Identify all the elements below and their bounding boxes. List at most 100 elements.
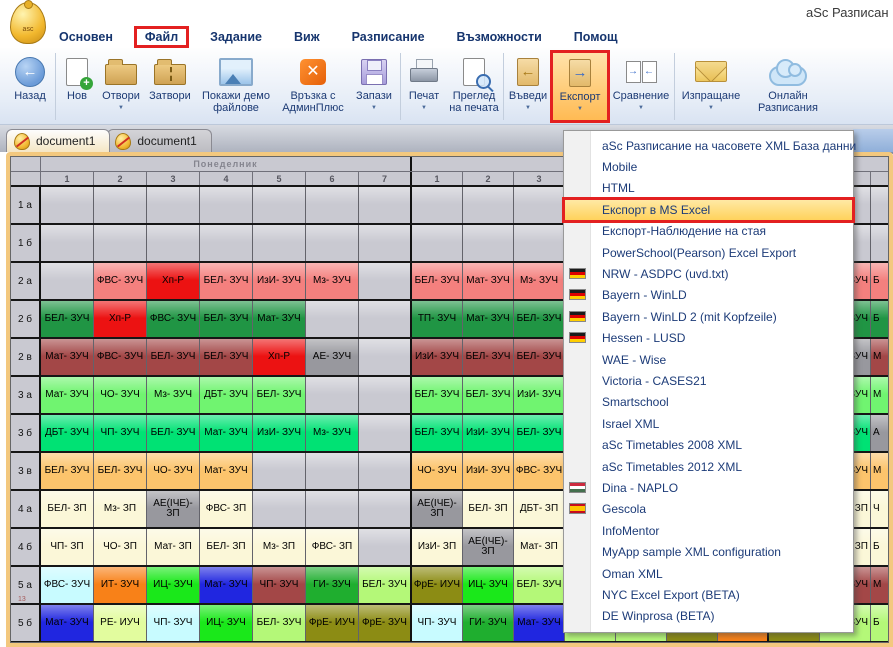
export-menu-item[interactable]: Експорт-Наблюдение на стая (564, 221, 853, 242)
timetable-cell[interactable] (463, 187, 514, 223)
timetable-cell[interactable]: ФВС- ЗУЧ (41, 567, 94, 603)
timetable-cell[interactable]: Мз- ЗУЧ (306, 415, 359, 451)
export-menu-item[interactable]: DE Winprosa (BETA) (564, 606, 853, 627)
timetable-cell[interactable]: БЕЛ- ЗУЧ (463, 339, 514, 375)
timetable-cell[interactable]: БЕЛ- ЗУЧ (200, 301, 253, 337)
export-menu-item[interactable]: PowerSchool(Pearson) Excel Export (564, 242, 853, 263)
export-menu-item[interactable]: MyApp sample XML configuration (564, 541, 853, 562)
timetable-cell[interactable]: ИзИ- ЗУЧ (253, 263, 306, 299)
timetable-cell[interactable]: БЕЛ- ЗУЧ (463, 377, 514, 413)
toolbar-button-Отвори[interactable]: Отвори▼ (97, 51, 145, 122)
row-label-4а[interactable]: 4 а (11, 491, 41, 527)
timetable-cell[interactable]: Мат- ЗУЧ (463, 263, 514, 299)
timetable-cell[interactable] (412, 187, 463, 223)
timetable-cell[interactable]: ФВС- ЗУЧ (147, 301, 200, 337)
timetable-cell[interactable]: Мат- ЗУЧ (200, 415, 253, 451)
timetable-cell[interactable]: Б (871, 529, 888, 565)
export-menu-item[interactable]: InfoMentor (564, 520, 853, 541)
timetable-cell[interactable]: ФВС- ЗУЧ (514, 453, 565, 489)
timetable-cell[interactable]: ФВС- ЗУЧ (94, 339, 147, 375)
timetable-cell[interactable]: Мз- ЗП (94, 491, 147, 527)
timetable-cell[interactable]: Мат- ЗУЧ (253, 301, 306, 337)
timetable-cell[interactable] (306, 377, 359, 413)
row-label-1а[interactable]: 1 а (11, 187, 41, 223)
timetable-cell[interactable]: ЧО- ЗУЧ (412, 453, 463, 489)
timetable-cell[interactable]: ЧП- ЗУЧ (94, 415, 147, 451)
timetable-cell[interactable]: БЕЛ- ЗУЧ (200, 339, 253, 375)
export-menu-item[interactable]: Bayern - WinLD (564, 285, 853, 306)
document-tab[interactable]: document1 (107, 129, 211, 152)
timetable-cell[interactable]: БЕЛ- ЗУЧ (41, 453, 94, 489)
timetable-cell[interactable]: Мат- ЗУЧ (41, 339, 94, 375)
export-menu-item[interactable]: Експорт в MS Excel (564, 199, 853, 220)
timetable-cell[interactable] (359, 415, 412, 451)
timetable-cell[interactable]: Хп-Р (253, 339, 306, 375)
timetable-cell[interactable] (41, 225, 94, 261)
toolbar-button-Изпращане[interactable]: Изпращане▼ (676, 51, 746, 122)
timetable-cell[interactable]: Мат- ЗУЧ (200, 453, 253, 489)
toolbar-button-Сравнение[interactable]: →←Сравнение▼ (609, 51, 673, 122)
export-menu-item[interactable]: Israel XML (564, 413, 853, 434)
timetable-cell[interactable]: Мз- ЗУЧ (514, 263, 565, 299)
timetable-cell[interactable]: ИЦ- ЗУЧ (147, 567, 200, 603)
timetable-cell[interactable] (359, 301, 412, 337)
timetable-cell[interactable]: БЕЛ- ЗП (463, 491, 514, 527)
export-menu-item[interactable]: aSc Timetables 2008 XML (564, 434, 853, 455)
timetable-cell[interactable]: АЕ- ЗУЧ (306, 339, 359, 375)
row-label-2б[interactable]: 2 б (11, 301, 41, 337)
export-menu-item[interactable]: Hessen - LUSD (564, 328, 853, 349)
timetable-cell[interactable]: ДБТ- ЗУЧ (200, 377, 253, 413)
menubar-item-Основен[interactable]: Основен (50, 28, 122, 46)
timetable-cell[interactable]: БЕЛ- ЗУЧ (41, 301, 94, 337)
row-label-5б[interactable]: 5 б (11, 605, 41, 641)
timetable-cell[interactable]: БЕЛ- ЗУЧ (147, 415, 200, 451)
toolbar-button-Експорт[interactable]: →Експорт▼ (551, 51, 609, 122)
timetable-cell[interactable] (359, 453, 412, 489)
row-label-2а[interactable]: 2 а (11, 263, 41, 299)
timetable-cell[interactable] (359, 225, 412, 261)
menubar-item-Помощ[interactable]: Помощ (565, 28, 627, 46)
timetable-cell[interactable] (359, 377, 412, 413)
timetable-cell[interactable]: Мат- ЗП (514, 529, 565, 565)
timetable-cell[interactable]: Мз- ЗП (253, 529, 306, 565)
export-menu-item[interactable]: Smartschool (564, 392, 853, 413)
timetable-cell[interactable] (253, 491, 306, 527)
timetable-cell[interactable]: БЕЛ- ЗП (200, 529, 253, 565)
export-menu-item[interactable]: Mobile (564, 156, 853, 177)
timetable-cell[interactable]: БЕЛ- ЗП (41, 491, 94, 527)
timetable-cell[interactable]: ИзИ- ЗУЧ (463, 415, 514, 451)
timetable-cell[interactable]: АЕ(ІЧЕ)- ЗП (463, 529, 514, 565)
timetable-cell[interactable]: ФрЕ- ИУЧ (306, 605, 359, 641)
timetable-cell[interactable]: БЕЛ- ЗУЧ (359, 567, 412, 603)
timetable-cell[interactable]: ИзИ- ЗУЧ (514, 377, 565, 413)
timetable-cell[interactable]: Мат- ЗУЧ (200, 567, 253, 603)
timetable-cell[interactable]: М (871, 567, 888, 603)
timetable-cell[interactable] (147, 187, 200, 223)
timetable-cell[interactable]: ДБТ- ЗУЧ (41, 415, 94, 451)
timetable-cell[interactable] (200, 225, 253, 261)
timetable-cell[interactable] (412, 225, 463, 261)
timetable-cell[interactable] (94, 187, 147, 223)
timetable-cell[interactable] (306, 301, 359, 337)
row-label-5а[interactable]: 5 а13 (11, 567, 41, 603)
timetable-cell[interactable]: ЧО- ЗУЧ (147, 453, 200, 489)
export-menu-item[interactable]: aSc Timetables 2012 XML (564, 456, 853, 477)
row-label-2в[interactable]: 2 в (11, 339, 41, 375)
timetable-cell[interactable] (306, 187, 359, 223)
timetable-cell[interactable]: ЧО- ЗУЧ (94, 377, 147, 413)
toolbar-button-Запази[interactable]: Запази▼ (349, 51, 399, 122)
export-menu-item[interactable]: aSc Разписание на часовете XML База данн… (564, 135, 853, 156)
timetable-cell[interactable]: ИЦ- ЗУЧ (200, 605, 253, 641)
app-bell-icon[interactable]: asc (10, 2, 46, 44)
timetable-cell[interactable] (871, 187, 888, 223)
timetable-cell[interactable]: ТП- ЗУЧ (412, 301, 463, 337)
timetable-cell[interactable] (359, 339, 412, 375)
timetable-cell[interactable]: А (871, 415, 888, 451)
timetable-cell[interactable]: ЧО- ЗП (94, 529, 147, 565)
export-menu-item[interactable]: Oman XML (564, 563, 853, 584)
timetable-cell[interactable] (359, 263, 412, 299)
toolbar-button-Печат[interactable]: Печат▼ (402, 51, 446, 122)
timetable-cell[interactable] (359, 187, 412, 223)
timetable-cell[interactable]: Б (871, 605, 888, 641)
timetable-cell[interactable]: АЕ(ІЧЕ)- ЗП (147, 491, 200, 527)
